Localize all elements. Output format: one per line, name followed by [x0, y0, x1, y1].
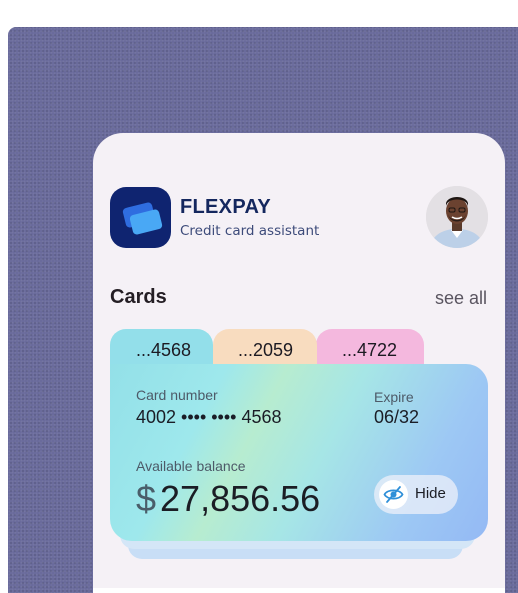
available-balance: $27,856.56 [136, 478, 320, 520]
see-all-link[interactable]: see all [435, 288, 487, 309]
balance-label: Available balance [136, 458, 246, 474]
user-avatar[interactable] [426, 186, 488, 248]
expire-label: Expire [374, 389, 414, 405]
app-screen: FLEXPAY Credit card assistant Cards see … [93, 133, 505, 593]
card-number-label: Card number [136, 387, 218, 403]
card-tab-label: ...4722 [342, 340, 398, 360]
card-number: 4002 •••• •••• 4568 [136, 407, 282, 427]
cards-logo-icon [110, 187, 171, 248]
active-card[interactable]: Card number 4002 •••• •••• 4568 Expire 0… [110, 364, 488, 541]
hide-label: Hide [415, 485, 446, 502]
hide-balance-button[interactable]: Hide [374, 475, 458, 514]
eye-slash-icon [379, 480, 408, 509]
bottom-panel [93, 588, 505, 593]
app-name: FLEXPAY [180, 196, 272, 218]
card-tab-label: ...2059 [238, 340, 294, 360]
app-subtitle: Credit card assistant [180, 223, 320, 239]
currency-symbol: $ [136, 478, 157, 519]
cards-heading: Cards [110, 286, 167, 308]
card-tab-label: ...4568 [136, 340, 192, 360]
balance-amount: 27,856.56 [160, 478, 321, 519]
expire-date: 06/32 [374, 407, 420, 427]
